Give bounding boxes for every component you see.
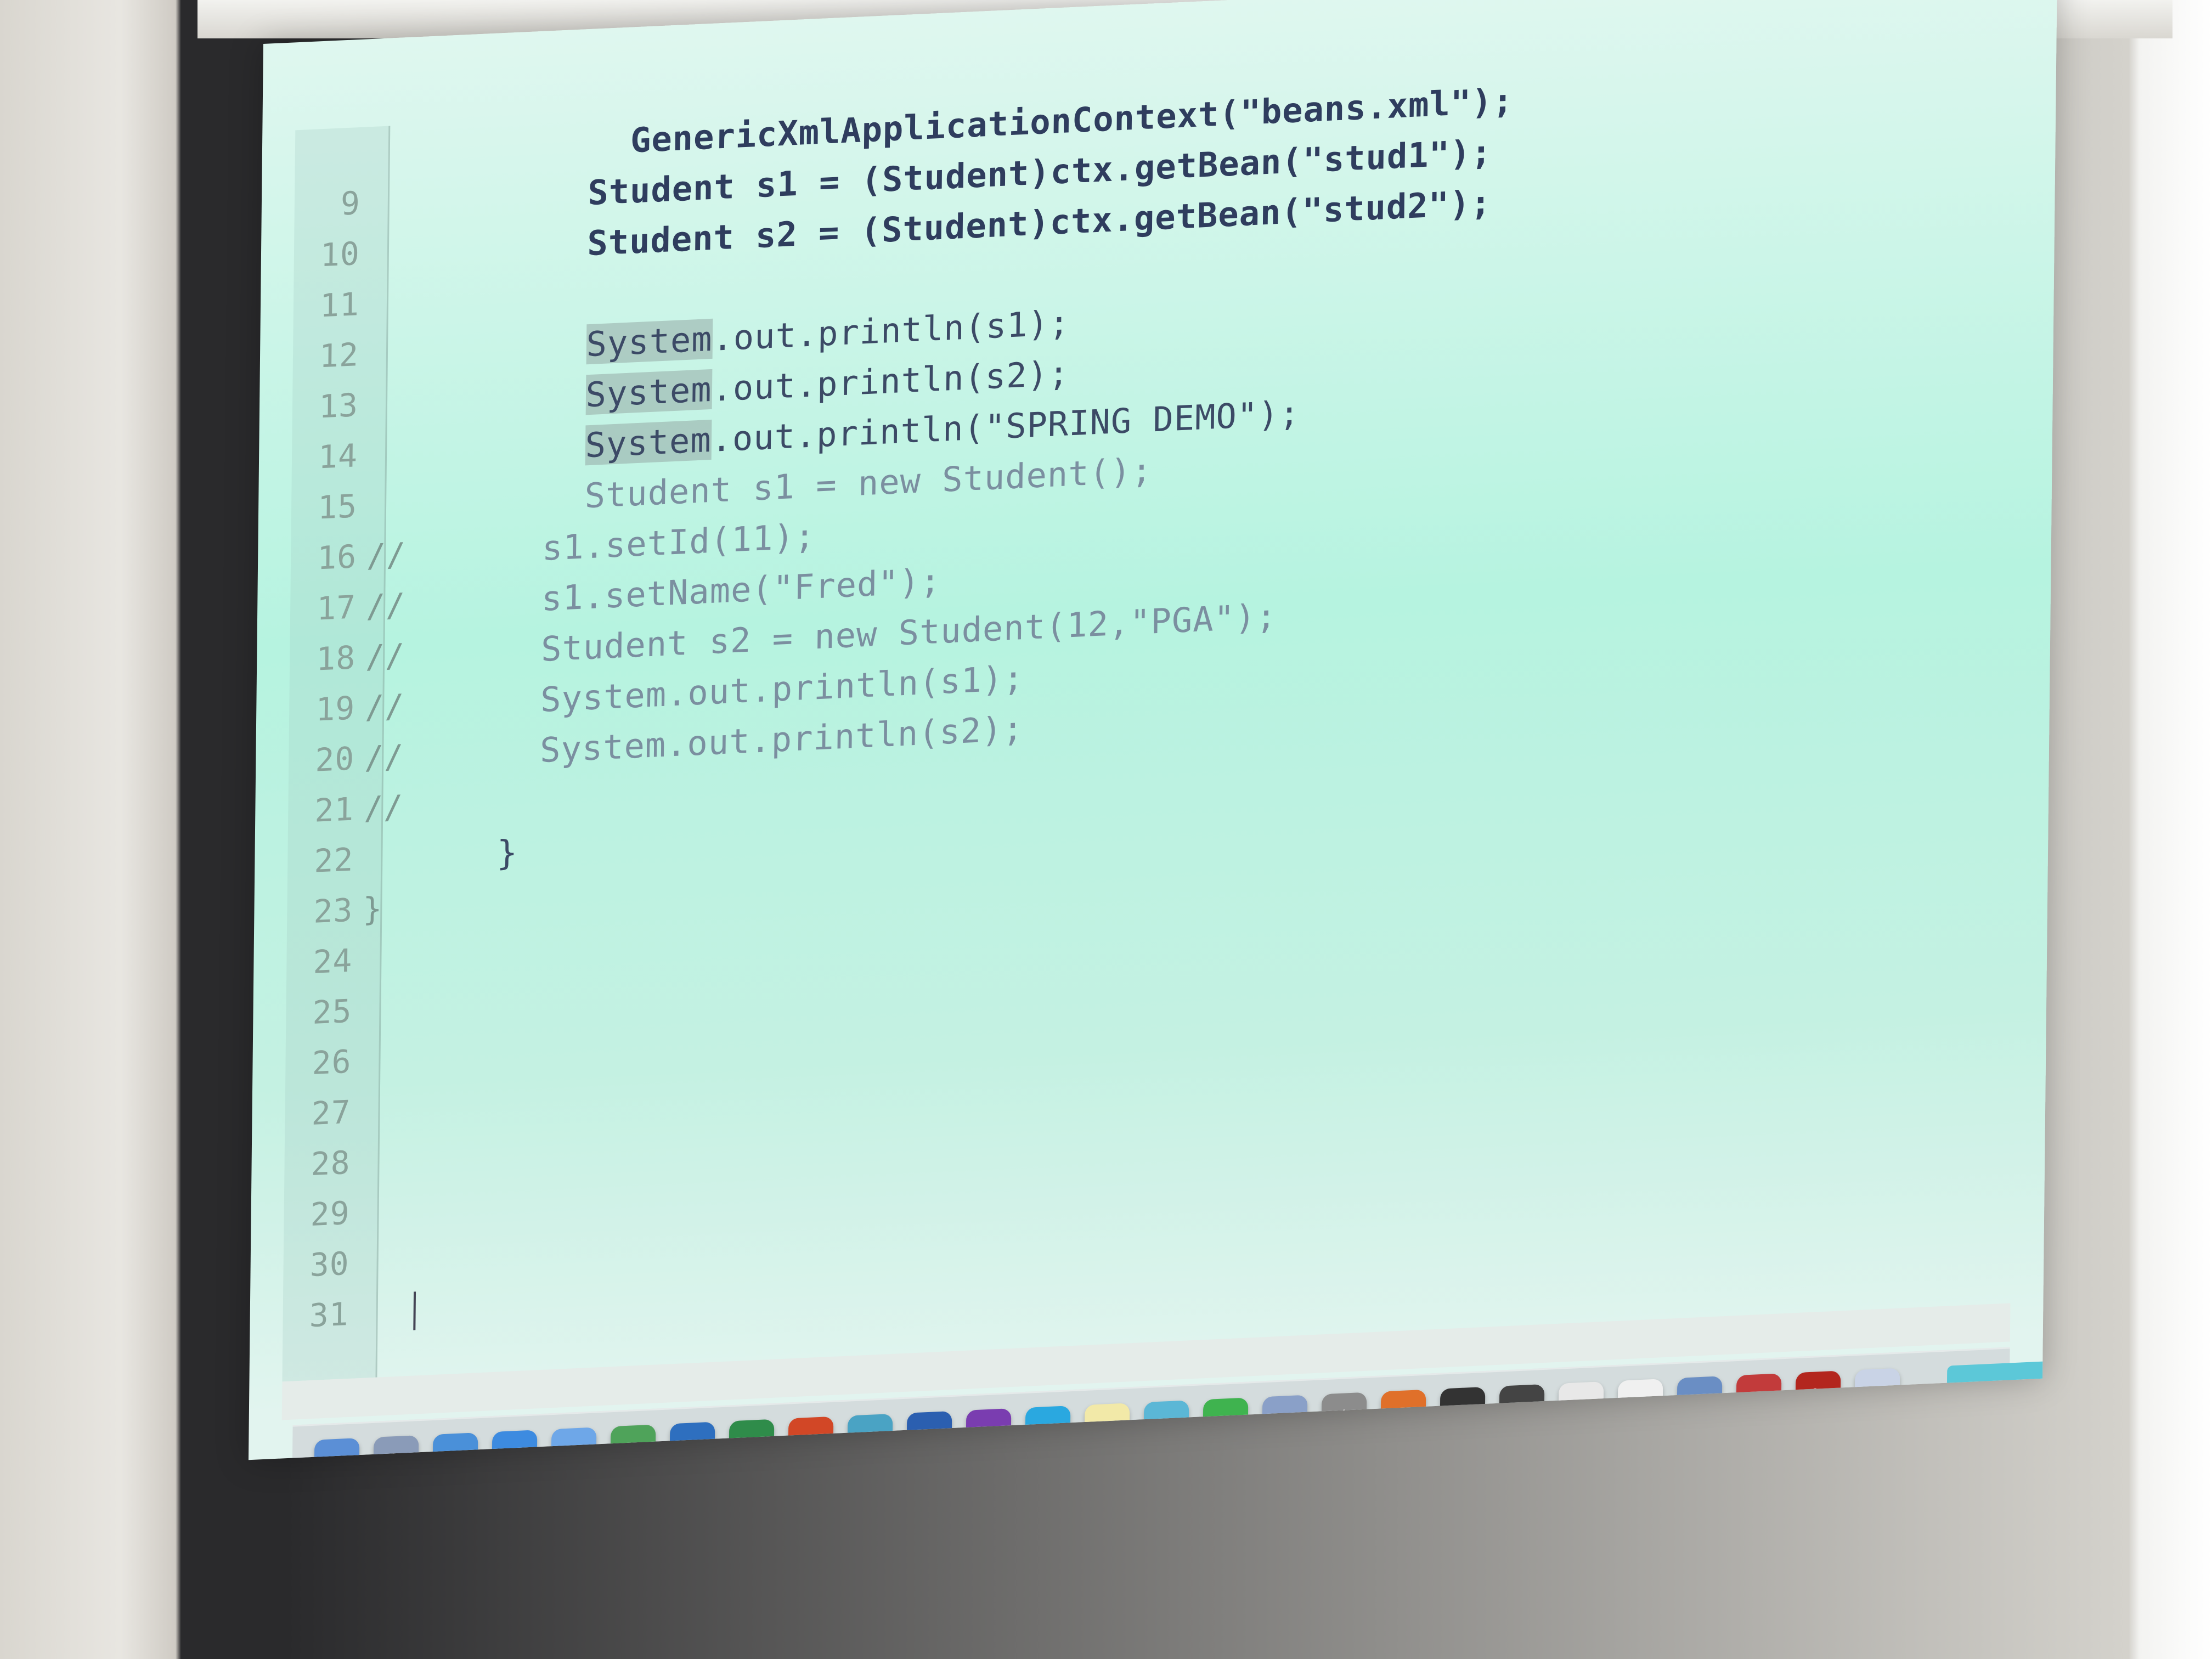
- line-marker: //: [366, 535, 407, 575]
- line-marker: //: [365, 636, 405, 676]
- line-number: 19: [315, 689, 356, 729]
- line-number: 26: [312, 1042, 352, 1082]
- line-number: 17: [316, 588, 357, 628]
- line-marker: [369, 301, 419, 303]
- line-number: 15: [317, 487, 358, 527]
- line-marker: [368, 453, 417, 455]
- line-marker: //: [365, 586, 406, 625]
- line-number: 16: [317, 538, 357, 577]
- line-marker: [367, 503, 416, 505]
- line-marker: [368, 402, 417, 404]
- line-marker: [362, 1008, 411, 1011]
- line-marker: [363, 857, 413, 859]
- line-marker: }: [363, 890, 383, 928]
- line-number: 22: [314, 840, 354, 880]
- line-number: 12: [319, 336, 359, 375]
- search-highlight: System: [585, 419, 712, 465]
- projector-screen: GenericXmlApplicationContext("beans.xml"…: [248, 0, 2057, 1460]
- line-marker: [361, 1109, 410, 1111]
- line-marker: [360, 1160, 410, 1162]
- line-number: 21: [314, 790, 354, 830]
- line-marker: [371, 150, 420, 152]
- code-editor[interactable]: GenericXmlApplicationContext("beans.xml"…: [282, 52, 2023, 1382]
- line-number: [295, 152, 371, 155]
- line-number: 10: [320, 234, 360, 274]
- line-number: 11: [319, 285, 360, 325]
- line-marker: [362, 1059, 411, 1061]
- line-number: 31: [309, 1295, 349, 1335]
- line-number: 28: [311, 1143, 351, 1183]
- line-marker: //: [364, 737, 404, 777]
- line-number: 23: [313, 891, 353, 930]
- line-marker: [370, 251, 419, 253]
- line-marker: [359, 1261, 409, 1263]
- line-number: 14: [318, 437, 358, 476]
- line-marker: [370, 200, 420, 202]
- line-marker: [369, 352, 418, 354]
- line-number: 30: [309, 1244, 350, 1284]
- line-number: 25: [312, 992, 352, 1031]
- line-number: 27: [311, 1093, 351, 1133]
- line-marker: //: [363, 788, 404, 827]
- line-number: 9: [340, 184, 361, 223]
- line-marker: [362, 958, 411, 960]
- code-lines: GenericXmlApplicationContext("beans.xml"…: [295, 52, 2023, 1334]
- line-marker: [359, 1311, 408, 1313]
- line-marker: //: [364, 687, 405, 726]
- line-number: 24: [313, 941, 353, 981]
- line-number: 18: [316, 639, 356, 678]
- search-highlight: System: [586, 318, 713, 364]
- line-marker: [360, 1210, 409, 1212]
- line-number: 20: [315, 740, 355, 779]
- line-number: 13: [318, 386, 359, 426]
- line-number: 29: [310, 1194, 350, 1234]
- search-highlight: System: [585, 369, 713, 415]
- text-caret: [413, 1291, 416, 1330]
- code-text: }: [412, 832, 518, 877]
